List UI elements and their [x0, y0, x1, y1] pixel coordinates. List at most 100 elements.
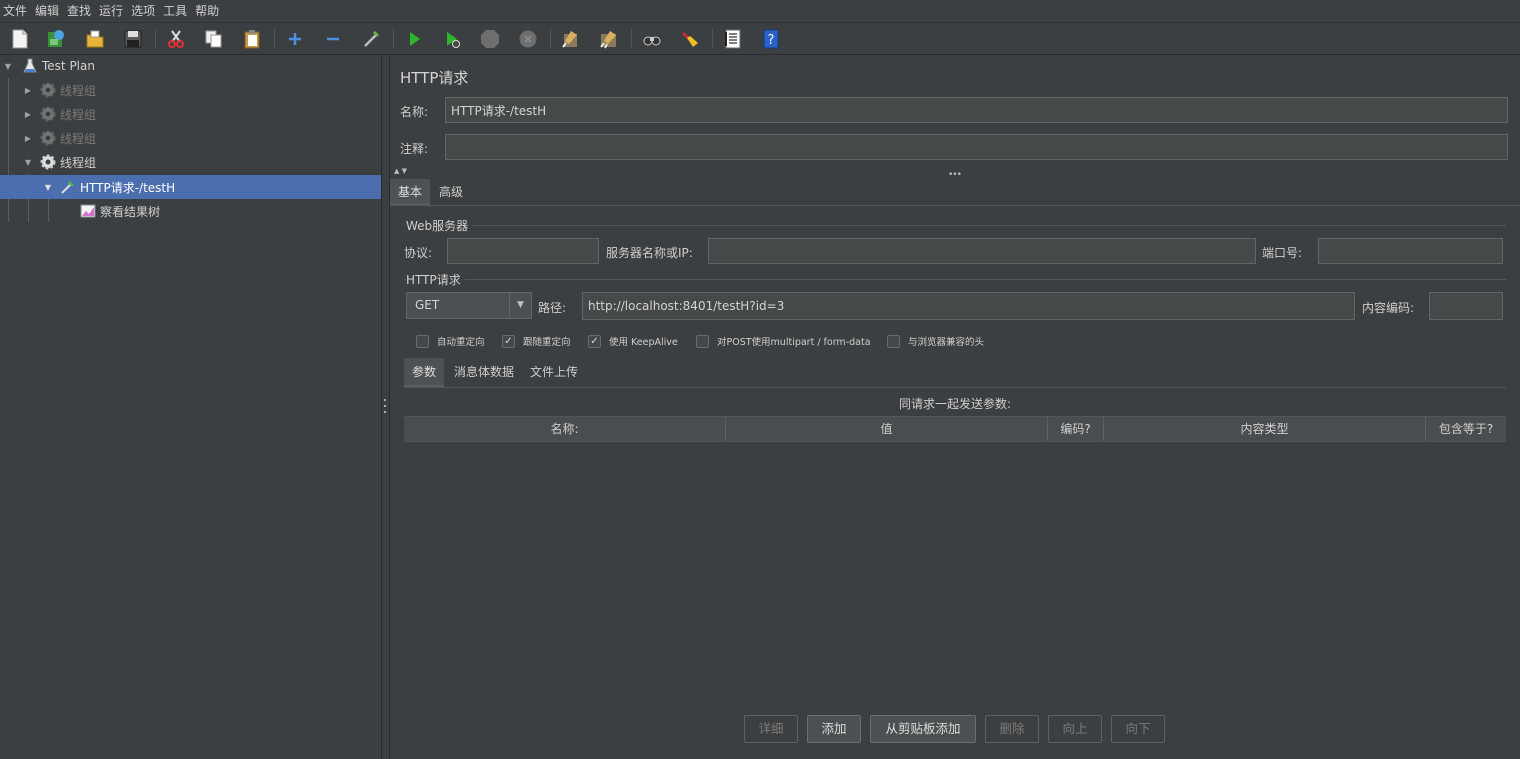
- reset-search-icon[interactable]: [678, 27, 702, 51]
- up-button[interactable]: 向上: [1048, 715, 1102, 743]
- path-input[interactable]: [582, 292, 1355, 320]
- tree-node-http-request[interactable]: ▼ HTTP请求-/testH: [0, 175, 381, 199]
- tree-node-label: 察看结果树: [100, 204, 161, 219]
- expand-icon[interactable]: [283, 27, 307, 51]
- help-icon[interactable]: ?: [759, 27, 783, 51]
- search-icon[interactable]: [640, 27, 664, 51]
- expanded-arrow-icon[interactable]: ▼: [23, 157, 33, 167]
- parameters-table-header: 名称: 值 编码? 内容类型 包含等于?: [404, 416, 1506, 442]
- shutdown-icon[interactable]: [516, 27, 540, 51]
- templates-icon[interactable]: [44, 27, 68, 51]
- collapse-icon[interactable]: [321, 27, 345, 51]
- comment-input[interactable]: [445, 134, 1508, 160]
- path-label: 路径:: [538, 301, 567, 315]
- delete-button[interactable]: 删除: [985, 715, 1039, 743]
- collapsed-arrow-icon[interactable]: ▶: [23, 133, 33, 143]
- checkbox-auto-redirect[interactable]: 自动重定向: [416, 334, 485, 348]
- tab-files-upload[interactable]: 文件上传: [522, 358, 586, 387]
- tree-node-thread-group-1[interactable]: ▶ 线程组: [23, 78, 96, 102]
- tab-basic[interactable]: 基本: [390, 179, 431, 205]
- pipette-icon: [59, 178, 77, 196]
- copy-icon[interactable]: [202, 27, 226, 51]
- checkmark-icon[interactable]: ✓: [502, 334, 515, 348]
- chevron-down-icon[interactable]: ▼: [509, 293, 531, 318]
- checkbox-label: 跟随重定向: [523, 337, 571, 348]
- start-no-pause-icon[interactable]: [440, 27, 464, 51]
- collapsed-arrow-icon[interactable]: ▶: [23, 109, 33, 119]
- toggle-icon[interactable]: [359, 27, 383, 51]
- http-request-panel: HTTP请求 名称: 注释: ▲ ▼ ••• 基本 高级 Web服务器 协议: …: [390, 56, 1520, 759]
- clear-all-icon[interactable]: [597, 27, 621, 51]
- method-value: GET: [415, 298, 440, 312]
- menu-run[interactable]: 运行: [95, 0, 127, 23]
- tab-body-data[interactable]: 消息体数据: [446, 358, 522, 387]
- column-header-include-equals[interactable]: 包含等于?: [1426, 417, 1506, 441]
- column-header-name[interactable]: 名称:: [404, 417, 726, 441]
- clear-icon[interactable]: [559, 27, 583, 51]
- add-from-clipboard-button[interactable]: 从剪贴板添加: [870, 715, 976, 743]
- group-border: [404, 279, 1506, 280]
- save-icon[interactable]: [121, 27, 145, 51]
- collapsed-arrow-icon[interactable]: ▶: [23, 85, 33, 95]
- new-icon[interactable]: [8, 27, 32, 51]
- tree-node-thread-group-2[interactable]: ▶ 线程组: [23, 102, 96, 126]
- stop-icon[interactable]: [478, 27, 502, 51]
- down-button[interactable]: 向下: [1111, 715, 1165, 743]
- checkbox-label: 对POST使用multipart / form-data: [717, 337, 871, 348]
- function-helper-icon[interactable]: [721, 27, 745, 51]
- detail-button[interactable]: 详细: [744, 715, 798, 743]
- protocol-input[interactable]: [447, 238, 599, 264]
- open-icon[interactable]: [83, 27, 107, 51]
- tree-node-label: HTTP请求-/testH: [80, 180, 176, 195]
- add-button[interactable]: 添加: [807, 715, 861, 743]
- tab-advanced[interactable]: 高级: [431, 179, 471, 205]
- tree-node-label: 线程组: [60, 155, 97, 170]
- method-select[interactable]: GET ▼: [406, 292, 532, 319]
- checkmark-icon[interactable]: ✓: [588, 334, 601, 348]
- tree-node-label: 线程组: [60, 83, 97, 98]
- checkbox-keepalive[interactable]: ✓ 使用 KeepAlive: [588, 334, 678, 348]
- encoding-label: 内容编码:: [1362, 301, 1415, 315]
- column-header-content-type[interactable]: 内容类型: [1104, 417, 1426, 441]
- checkbox-box[interactable]: [696, 334, 709, 348]
- tab-parameters[interactable]: 参数: [404, 358, 445, 387]
- start-icon[interactable]: [402, 27, 426, 51]
- main-tabs: 基本 高级: [390, 179, 1520, 206]
- checkbox-browser-headers[interactable]: 与浏览器兼容的头: [887, 334, 984, 348]
- server-input[interactable]: [708, 238, 1256, 264]
- menu-edit[interactable]: 编辑: [31, 0, 63, 23]
- tree-node-view-results-tree[interactable]: 察看结果树: [79, 199, 160, 223]
- tree-node-test-plan[interactable]: ▼ Test Plan: [3, 54, 95, 78]
- collapse-arrows-icon[interactable]: ▲ ▼: [394, 167, 407, 175]
- tree-node-thread-group-4[interactable]: ▼ 线程组: [23, 150, 96, 174]
- page-title: HTTP请求: [400, 69, 469, 87]
- checkbox-box[interactable]: [887, 334, 900, 348]
- checkbox-label: 与浏览器兼容的头: [908, 337, 985, 348]
- menu-options[interactable]: 选项: [127, 0, 159, 23]
- checkbox-multipart[interactable]: 对POST使用multipart / form-data: [696, 334, 871, 348]
- name-input[interactable]: [445, 97, 1508, 123]
- divider-handle[interactable]: ▲ ▼ •••: [390, 167, 1520, 180]
- column-header-value[interactable]: 值: [726, 417, 1048, 441]
- test-plan-tree: ▼ Test Plan ▶ 线程组 ▶ 线程组 ▶ 线程组 ▼ 线程组 ▼ HT…: [0, 56, 381, 759]
- grip-dots-icon: [384, 399, 387, 413]
- checkbox-box[interactable]: [416, 334, 429, 348]
- port-input[interactable]: [1318, 238, 1503, 264]
- menu-file[interactable]: 文件: [0, 0, 31, 23]
- checkbox-label: 使用 KeepAlive: [609, 337, 678, 348]
- menu-bar: 文件 编辑 查找 运行 选项 工具 帮助: [0, 0, 1520, 23]
- splitter-handle[interactable]: [381, 56, 390, 759]
- column-header-encode[interactable]: 编码?: [1048, 417, 1104, 441]
- menu-search[interactable]: 查找: [63, 0, 95, 23]
- checkbox-follow-redirects[interactable]: ✓ 跟随重定向: [502, 334, 571, 348]
- tree-node-thread-group-3[interactable]: ▶ 线程组: [23, 126, 96, 150]
- expanded-arrow-icon[interactable]: ▼: [3, 61, 13, 71]
- gear-icon: [39, 81, 57, 99]
- menu-tools[interactable]: 工具: [159, 0, 191, 23]
- cut-icon[interactable]: [164, 27, 188, 51]
- encoding-input[interactable]: [1429, 292, 1503, 320]
- paste-icon[interactable]: [240, 27, 264, 51]
- expanded-arrow-icon[interactable]: ▼: [43, 182, 53, 192]
- menu-help[interactable]: 帮助: [191, 0, 223, 23]
- server-label: 服务器名称或IP:: [606, 246, 693, 260]
